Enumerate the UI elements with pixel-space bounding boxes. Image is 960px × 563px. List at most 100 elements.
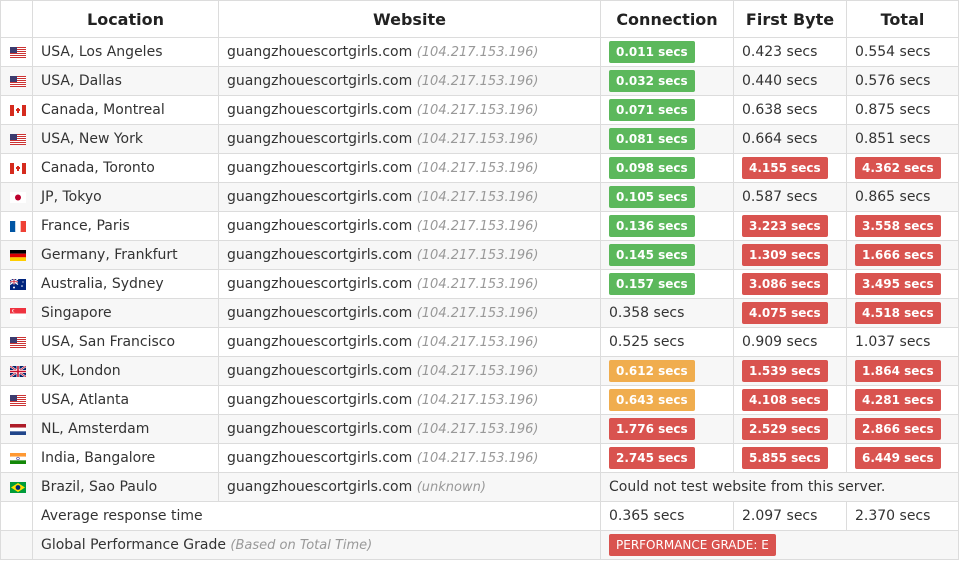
table-row: Brazil, Sao Paulo guangzhouescortgirls.c… bbox=[0, 472, 959, 502]
website-cell: guangzhouescortgirls.com (104.217.153.19… bbox=[218, 443, 601, 473]
first-byte-time: 0.587 secs bbox=[742, 189, 818, 205]
location-cell: Canada, Toronto bbox=[32, 153, 219, 183]
table-row: Canada, Montreal guangzhouescortgirls.co… bbox=[0, 95, 959, 125]
connection-time: 2.745 secs bbox=[609, 447, 695, 469]
total-cell: 1.864 secs bbox=[846, 356, 959, 386]
nl-flag-icon bbox=[9, 423, 26, 435]
website-name: guangzhouescortgirls.com bbox=[227, 247, 413, 263]
ip-address: (104.217.153.196) bbox=[416, 306, 539, 321]
first-byte-cell: 3.223 secs bbox=[733, 211, 847, 241]
total-time: 0.875 secs bbox=[855, 102, 931, 118]
ip-address: (104.217.153.196) bbox=[416, 393, 539, 408]
first-byte-time: 3.223 secs bbox=[742, 215, 828, 237]
grade-note: (Based on Total Time) bbox=[230, 538, 373, 553]
au-flag-icon bbox=[9, 278, 26, 290]
flag-cell bbox=[0, 240, 33, 270]
ip-address: (104.217.153.196) bbox=[416, 335, 539, 350]
connection-time: 0.358 secs bbox=[609, 305, 685, 321]
first-byte-cell: 1.539 secs bbox=[733, 356, 847, 386]
website-cell: guangzhouescortgirls.com (104.217.153.19… bbox=[218, 153, 601, 183]
connection-cell: 0.145 secs bbox=[600, 240, 734, 270]
connection-cell: 0.612 secs bbox=[600, 356, 734, 386]
header-website: Website bbox=[218, 0, 601, 38]
total-cell: 0.851 secs bbox=[846, 124, 959, 154]
website-cell: guangzhouescortgirls.com (104.217.153.19… bbox=[218, 385, 601, 415]
total-cell: 4.281 secs bbox=[846, 385, 959, 415]
table-row: USA, Atlanta guangzhouescortgirls.com (1… bbox=[0, 385, 959, 415]
header-row: Location Website Connection First Byte T… bbox=[0, 0, 959, 38]
average-first-byte: 2.097 secs bbox=[733, 501, 847, 531]
grade-row: Global Performance Grade (Based on Total… bbox=[0, 530, 959, 560]
connection-cell: 0.358 secs bbox=[600, 298, 734, 328]
website-name: guangzhouescortgirls.com bbox=[227, 218, 413, 234]
connection-time: 0.643 secs bbox=[609, 389, 695, 411]
location-cell: USA, Atlanta bbox=[32, 385, 219, 415]
total-time: 4.362 secs bbox=[855, 157, 941, 179]
connection-time: 0.098 secs bbox=[609, 157, 695, 179]
connection-time: 0.612 secs bbox=[609, 360, 695, 382]
connection-time: 0.145 secs bbox=[609, 244, 695, 266]
website-name: guangzhouescortgirls.com bbox=[227, 450, 413, 466]
flag-cell bbox=[0, 153, 33, 183]
first-byte-cell: 4.075 secs bbox=[733, 298, 847, 328]
website-name: guangzhouescortgirls.com bbox=[227, 131, 413, 147]
flag-cell bbox=[0, 124, 33, 154]
location-cell: Australia, Sydney bbox=[32, 269, 219, 299]
total-time: 2.866 secs bbox=[855, 418, 941, 440]
flag-cell bbox=[0, 472, 33, 502]
first-byte-time: 4.075 secs bbox=[742, 302, 828, 324]
total-time: 1.037 secs bbox=[855, 334, 931, 350]
website-cell: guangzhouescortgirls.com (104.217.153.19… bbox=[218, 66, 601, 96]
ip-address: (104.217.153.196) bbox=[416, 422, 539, 437]
website-cell: guangzhouescortgirls.com (104.217.153.19… bbox=[218, 37, 601, 67]
table-row: JP, Tokyo guangzhouescortgirls.com (104.… bbox=[0, 182, 959, 212]
first-byte-time: 0.638 secs bbox=[742, 102, 818, 118]
ip-address: (104.217.153.196) bbox=[416, 219, 539, 234]
first-byte-time: 3.086 secs bbox=[742, 273, 828, 295]
website-cell: guangzhouescortgirls.com (104.217.153.19… bbox=[218, 95, 601, 125]
website-name: guangzhouescortgirls.com bbox=[227, 421, 413, 437]
ip-address: (104.217.153.196) bbox=[416, 45, 539, 60]
connection-time: 1.776 secs bbox=[609, 418, 695, 440]
us-flag-icon bbox=[9, 394, 26, 406]
us-flag-icon bbox=[9, 336, 26, 348]
location-cell: UK, London bbox=[32, 356, 219, 386]
table-row: Australia, Sydney guangzhouescortgirls.c… bbox=[0, 269, 959, 299]
flag-cell bbox=[0, 385, 33, 415]
grade-label-cell: Global Performance Grade (Based on Total… bbox=[32, 530, 601, 560]
table-row: Germany, Frankfurt guangzhouescortgirls.… bbox=[0, 240, 959, 270]
table-row: UK, London guangzhouescortgirls.com (104… bbox=[0, 356, 959, 386]
ip-address: (104.217.153.196) bbox=[416, 451, 539, 466]
connection-time: 0.525 secs bbox=[609, 334, 685, 350]
flag-cell bbox=[0, 327, 33, 357]
first-byte-cell: 5.855 secs bbox=[733, 443, 847, 473]
first-byte-time: 4.108 secs bbox=[742, 389, 828, 411]
connection-cell: 0.098 secs bbox=[600, 153, 734, 183]
header-first-byte: First Byte bbox=[733, 0, 847, 38]
ip-address: (104.217.153.196) bbox=[416, 248, 539, 263]
website-cell: guangzhouescortgirls.com (104.217.153.19… bbox=[218, 124, 601, 154]
table-row: India, Bangalore guangzhouescortgirls.co… bbox=[0, 443, 959, 473]
total-cell: 0.875 secs bbox=[846, 95, 959, 125]
first-byte-time: 1.309 secs bbox=[742, 244, 828, 266]
total-cell: 0.554 secs bbox=[846, 37, 959, 67]
website-cell: guangzhouescortgirls.com (104.217.153.19… bbox=[218, 240, 601, 270]
website-name: guangzhouescortgirls.com bbox=[227, 73, 413, 89]
total-cell: 4.362 secs bbox=[846, 153, 959, 183]
connection-cell: 0.105 secs bbox=[600, 182, 734, 212]
us-flag-icon bbox=[9, 133, 26, 145]
location-cell: JP, Tokyo bbox=[32, 182, 219, 212]
website-cell: guangzhouescortgirls.com (104.217.153.19… bbox=[218, 414, 601, 444]
total-cell: 2.866 secs bbox=[846, 414, 959, 444]
website-name: guangzhouescortgirls.com bbox=[227, 363, 413, 379]
first-byte-cell: 4.108 secs bbox=[733, 385, 847, 415]
first-byte-time: 0.423 secs bbox=[742, 44, 818, 60]
flag-cell bbox=[0, 95, 33, 125]
website-name: guangzhouescortgirls.com bbox=[227, 392, 413, 408]
connection-cell: 0.643 secs bbox=[600, 385, 734, 415]
ip-address: (unknown) bbox=[416, 480, 486, 495]
total-cell: 4.518 secs bbox=[846, 298, 959, 328]
connection-time: 0.011 secs bbox=[609, 41, 695, 63]
header-total: Total bbox=[846, 0, 959, 38]
connection-time: 0.081 secs bbox=[609, 128, 695, 150]
